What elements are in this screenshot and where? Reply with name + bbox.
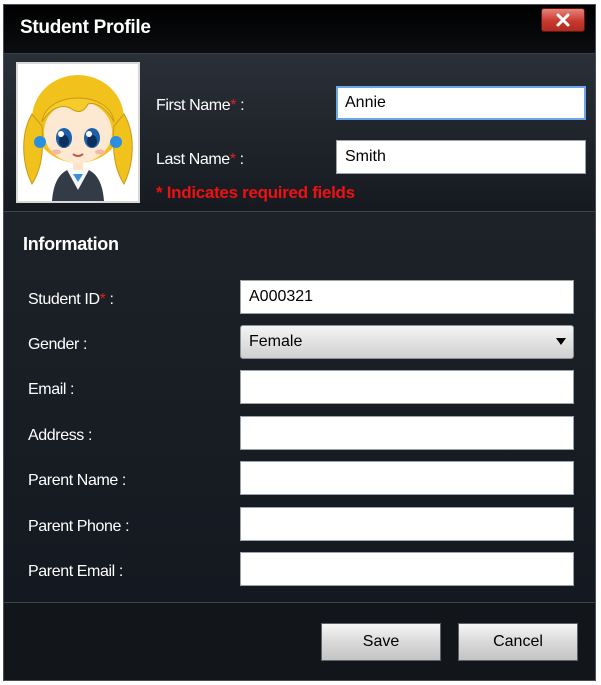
address-label: Address : bbox=[28, 427, 92, 444]
last-name-label: Last Name* : bbox=[156, 151, 244, 168]
address-input[interactable] bbox=[240, 416, 574, 450]
email-label: Email : bbox=[28, 381, 75, 398]
dialog-footer: Save Cancel bbox=[4, 603, 595, 680]
information-section: Information Student ID* : A000321 Gender… bbox=[4, 212, 595, 603]
student-id-input[interactable]: A000321 bbox=[240, 280, 574, 314]
parent-email-label: Parent Email : bbox=[28, 563, 123, 580]
parent-phone-label: Parent Phone : bbox=[28, 518, 130, 535]
gender-select[interactable]: Female bbox=[240, 325, 574, 359]
gender-value: Female bbox=[249, 333, 303, 350]
window-title: Student Profile bbox=[20, 17, 151, 38]
avatar[interactable] bbox=[16, 62, 140, 203]
save-button[interactable]: Save bbox=[321, 623, 441, 661]
section-title: Information bbox=[23, 234, 119, 254]
title-bar[interactable]: Student Profile bbox=[4, 5, 595, 54]
gender-label: Gender : bbox=[28, 336, 88, 353]
parent-phone-input[interactable] bbox=[240, 507, 574, 541]
student-avatar-icon bbox=[18, 64, 138, 201]
required-fields-note: * Indicates required fields bbox=[156, 183, 355, 202]
chevron-down-icon bbox=[556, 338, 566, 345]
cancel-button[interactable]: Cancel bbox=[458, 623, 578, 661]
parent-name-input[interactable] bbox=[240, 461, 574, 495]
email-input[interactable] bbox=[240, 370, 574, 404]
first-name-label: First Name* : bbox=[156, 97, 245, 114]
student-id-label: Student ID* : bbox=[28, 291, 114, 308]
close-icon bbox=[556, 13, 570, 27]
profile-header: First Name* : Annie Last Name* : Smith *… bbox=[4, 54, 595, 212]
parent-name-label: Parent Name : bbox=[28, 472, 126, 489]
first-name-input[interactable]: Annie bbox=[336, 86, 586, 120]
student-profile-dialog: Student Profile First Name*: Annie Last… bbox=[3, 4, 596, 681]
last-name-input[interactable]: Smith bbox=[336, 140, 586, 174]
parent-email-input[interactable] bbox=[240, 552, 574, 586]
close-button[interactable] bbox=[541, 8, 585, 32]
